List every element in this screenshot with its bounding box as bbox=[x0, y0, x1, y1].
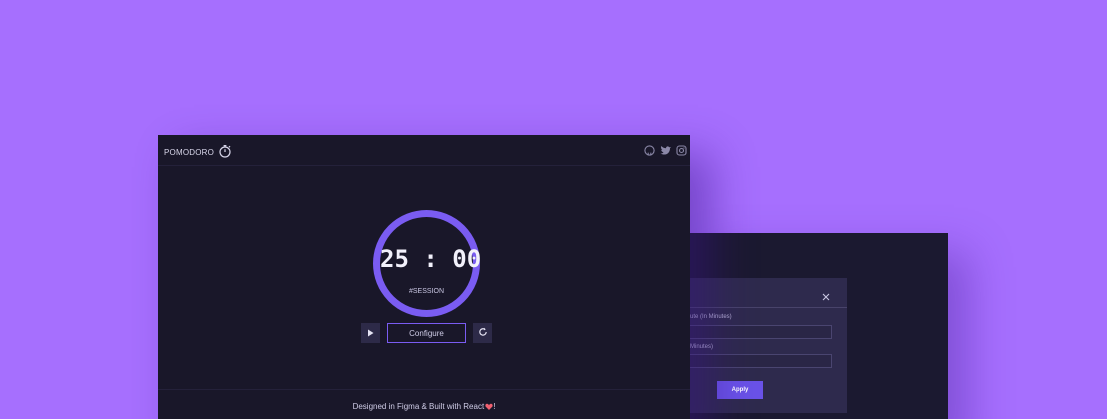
timer-display: 25 : 00 bbox=[380, 245, 482, 273]
timer-ring: 25 : 00 #SESSION bbox=[373, 210, 482, 317]
stopwatch-icon bbox=[218, 144, 232, 160]
instagram-icon[interactable] bbox=[676, 143, 687, 156]
footer-credit: Designed in Figma & Built with React bbox=[352, 402, 485, 411]
break-length-input[interactable] bbox=[690, 354, 832, 368]
topbar: POMODORO bbox=[158, 135, 690, 166]
session-label: #SESSION bbox=[408, 288, 444, 295]
play-button[interactable] bbox=[361, 323, 380, 343]
break-length-label: Minutes) bbox=[690, 344, 714, 350]
footer: Designed in Figma & Built with React! bbox=[158, 389, 690, 419]
settings-window: ute (In Minutes) Minutes) Apply bbox=[690, 233, 948, 419]
social-links bbox=[644, 143, 687, 156]
github-icon[interactable] bbox=[644, 143, 655, 156]
configure-button[interactable]: Configure bbox=[387, 323, 466, 343]
session-length-label: ute (In Minutes) bbox=[690, 314, 732, 320]
reset-icon bbox=[478, 324, 488, 342]
session-length-input[interactable] bbox=[690, 325, 832, 339]
modal-header bbox=[690, 278, 847, 308]
page: ute (In Minutes) Minutes) Apply POMODORO bbox=[0, 0, 1107, 419]
brand: POMODORO bbox=[164, 144, 232, 160]
footer-text: Designed in Figma & Built with React! bbox=[158, 402, 690, 411]
reset-button[interactable] bbox=[473, 323, 492, 343]
close-icon[interactable] bbox=[821, 289, 831, 301]
apply-button[interactable]: Apply bbox=[717, 381, 763, 399]
settings-modal: ute (In Minutes) Minutes) Apply bbox=[690, 278, 847, 413]
twitter-icon[interactable] bbox=[660, 143, 671, 155]
timer-window: POMODORO 25: 00 #SESSION Configure Desi… bbox=[158, 135, 690, 419]
heart-icon bbox=[484, 402, 493, 411]
play-icon bbox=[367, 324, 374, 342]
brand-name: POMODORO bbox=[164, 147, 215, 157]
footer-suffix: ! bbox=[493, 402, 496, 411]
